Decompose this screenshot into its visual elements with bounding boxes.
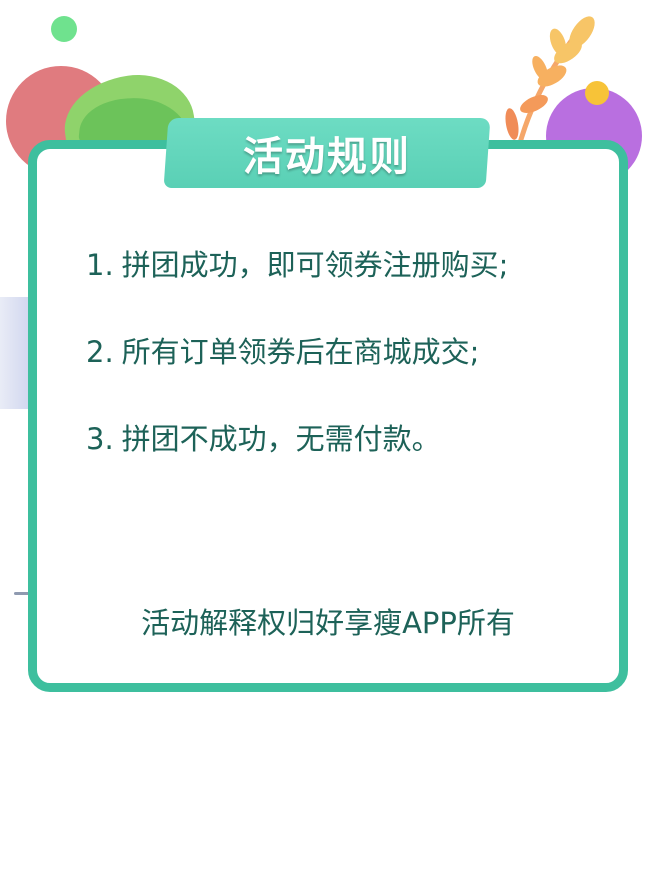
rule-item-3: 3. 拼团不成功，无需付款。 xyxy=(86,414,606,501)
interpretation-rights-note: 活动解释权归好享瘦APP所有 xyxy=(141,606,515,640)
rule-item-1: 1. 拼团成功，即可领券注册购买; xyxy=(86,240,606,327)
rule-number: 1. xyxy=(86,248,114,282)
rule-number: 3. xyxy=(86,422,114,456)
rule-text: 拼团不成功，无需付款。 xyxy=(121,422,441,456)
rules-title: 活动规则 xyxy=(243,134,411,180)
green-dot-decoration-icon xyxy=(51,16,77,42)
rules-header: 活动规则 xyxy=(163,118,491,188)
rule-text: 所有订单领券后在商城成交; xyxy=(121,335,480,369)
rule-item-2: 2. 所有订单领券后在商城成交; xyxy=(86,327,606,414)
rule-number: 2. xyxy=(86,335,114,369)
rules-list: 1. 拼团成功，即可领券注册购买; 2. 所有订单领券后在商城成交; 3. 拼团不成功… xyxy=(86,240,606,501)
yellow-dot-decoration-icon xyxy=(585,81,609,105)
activity-rules-screen: 活动规则 1. 拼团成功，即可领券注册购买; 2. 所有订单领券后在商城成交; 3.… xyxy=(0,0,656,878)
rule-text: 拼团成功，即可领券注册购买; xyxy=(121,248,509,282)
